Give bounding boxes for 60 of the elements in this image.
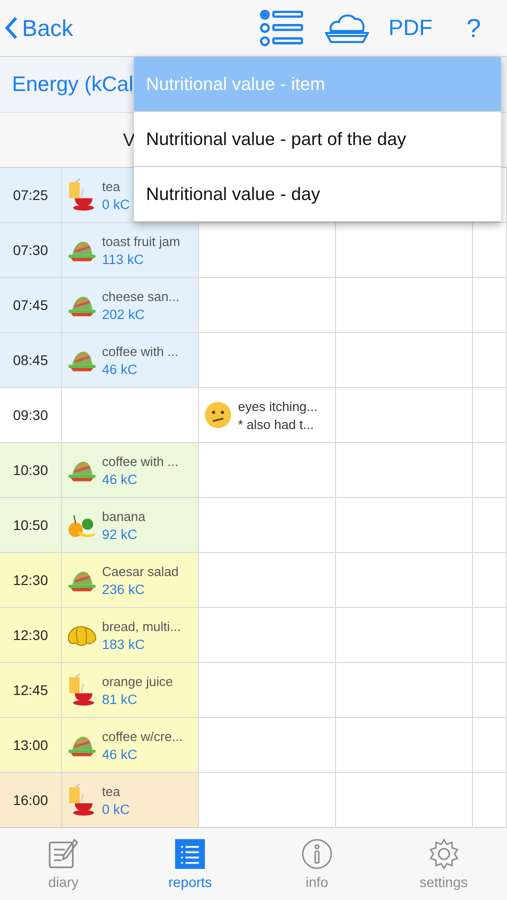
food-cell[interactable]: coffee w/cre... 46 kC (62, 718, 199, 772)
time-cell: 16:00 (0, 773, 62, 827)
energy-value: 183 kC (102, 636, 146, 652)
notepad-icon (47, 838, 80, 870)
pdf-button[interactable]: PDF (388, 15, 433, 41)
food-cell[interactable]: coffee with ... 46 kC (62, 443, 199, 497)
food-cell[interactable]: cheese san... 202 kC (62, 278, 199, 332)
food-name: cheese san... (102, 288, 180, 304)
food-name: banana (102, 508, 146, 524)
food-name: toast fruit jam (102, 234, 180, 248)
time-cell: 10:30 (0, 443, 62, 497)
energy-value: 0 kC (102, 196, 130, 212)
food-name: orange juice (102, 674, 173, 688)
back-button[interactable]: Back (4, 14, 74, 42)
tab[interactable]: reports (126, 828, 254, 900)
symptom-note: * also had t... (238, 416, 315, 432)
energy-value: 81 kC (102, 692, 138, 706)
energy-value: 113 kC (102, 252, 145, 266)
energy-value: 46 kC (102, 472, 138, 486)
food-cell[interactable]: coffee with ... 46 kC (62, 333, 199, 387)
food-cell[interactable]: bread, multi... 183 kC (62, 608, 199, 662)
time-cell: 10:50 (0, 498, 62, 552)
food-name: tea (102, 178, 122, 194)
confused-face-icon (204, 401, 232, 429)
info-icon (300, 838, 333, 870)
list-icon (174, 838, 206, 870)
help-button[interactable]: ? (466, 12, 481, 44)
report-title[interactable]: Energy (kCal (12, 72, 134, 96)
time-cell: 12:45 (0, 663, 62, 717)
menu-item[interactable]: Nutritional value - day (134, 167, 501, 222)
menu-item[interactable]: Nutritional value - part of the day (134, 112, 501, 167)
list-icon[interactable] (258, 9, 305, 47)
food-name: coffee w/cre... (102, 728, 183, 744)
food-name: tea (102, 784, 122, 798)
settings-icon (428, 838, 460, 870)
energy-value: 46 kC (102, 746, 138, 762)
symptom-note: eyes itching... (238, 398, 318, 414)
energy-value: 92 kC (102, 526, 138, 542)
time-cell: 07:30 (0, 223, 62, 277)
food-cell[interactable]: banana 92 kC (62, 498, 199, 552)
food-cell[interactable]: Caesar salad 236 kC (62, 553, 199, 607)
column-header: V (123, 130, 136, 150)
food-name: coffee with ... (102, 454, 178, 468)
chevron-icon (4, 16, 18, 40)
energy-value: 236 kC (102, 582, 146, 596)
time-cell: 12:30 (0, 553, 62, 607)
food-cell[interactable]: tea 0 kC (62, 773, 199, 827)
food-name: coffee with ... (102, 344, 178, 358)
energy-value: 0 kC (102, 802, 130, 816)
energy-value: 202 kC (102, 306, 146, 322)
food-cell[interactable]: toast fruit jam 113 kC (62, 223, 199, 277)
time-cell: 08:45 (0, 333, 62, 387)
time-cell: 07:45 (0, 278, 62, 332)
food-name: Caesar salad (102, 564, 179, 578)
energy-value: 46 kC (102, 362, 138, 376)
time-cell: 12:30 (0, 608, 62, 662)
food-cell[interactable]: orange juice 81 kC (62, 663, 199, 717)
food-name: bread, multi... (102, 618, 181, 634)
time-cell: 13:00 (0, 718, 62, 772)
time-cell: 07:25 (0, 168, 62, 222)
